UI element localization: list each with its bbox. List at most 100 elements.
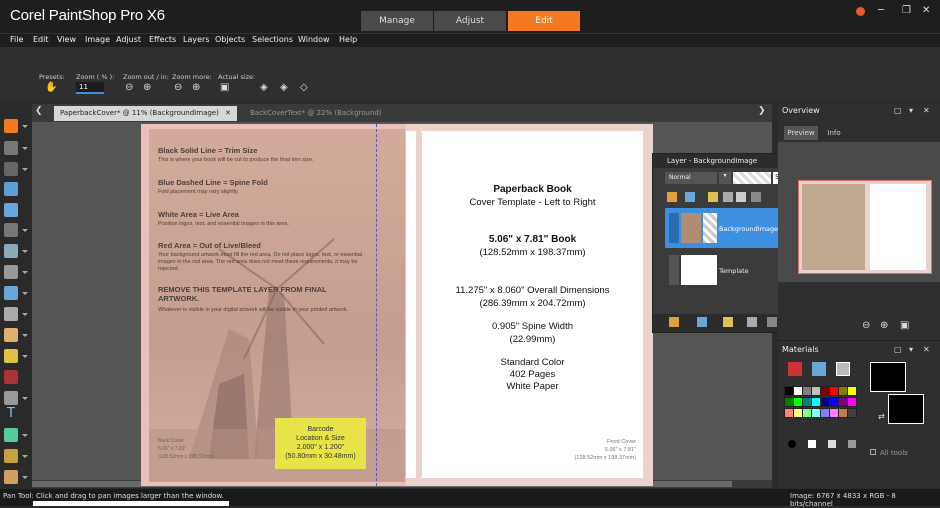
materials-restore-icon[interactable]: ▢ xyxy=(894,345,902,354)
doc-tab-backcovertext[interactable]: BackCoverText* @ 22% (Background) xyxy=(244,106,388,121)
user-icon[interactable] xyxy=(856,7,865,16)
spine-live-area xyxy=(406,131,416,478)
fill-tool-icon[interactable] xyxy=(4,349,18,363)
menu-adjust[interactable]: Adjust xyxy=(116,35,141,44)
delete-layer-icon[interactable] xyxy=(767,317,777,327)
overview-menu-icon[interactable]: ▾ xyxy=(909,106,913,115)
actual-size-icon[interactable]: ▣ xyxy=(220,82,229,93)
menu-image[interactable]: Image xyxy=(85,35,110,44)
blend-mode-select[interactable]: Normal xyxy=(665,172,717,184)
barcode-size-mm: (50.80mm x 30.48mm) xyxy=(285,453,356,460)
picture-tube-icon[interactable] xyxy=(4,391,18,405)
materials-menu-icon[interactable]: ▾ xyxy=(909,345,913,354)
layer-mask-icon[interactable] xyxy=(685,192,695,202)
overview-preview[interactable] xyxy=(778,142,940,282)
background-color-swatch[interactable] xyxy=(888,394,924,424)
paint-brush-icon[interactable] xyxy=(4,328,18,342)
pan-tool-icon[interactable] xyxy=(4,119,18,133)
selection-tool-icon[interactable] xyxy=(4,162,18,176)
front-book-size: 5.06" x 7.81" Book xyxy=(488,234,577,245)
eraser-tool-icon[interactable] xyxy=(4,370,18,384)
blend-dropdown-icon[interactable]: ▾ xyxy=(719,172,731,184)
all-tools-checkbox[interactable] xyxy=(870,449,876,455)
adjustment-layer-icon[interactable] xyxy=(736,192,746,202)
link-layer-icon[interactable] xyxy=(751,192,761,202)
zoom-more-in-icon[interactable]: ⊕ xyxy=(192,82,200,93)
tab-manage[interactable]: Manage xyxy=(361,11,433,31)
tab-preview[interactable]: Preview xyxy=(784,126,818,140)
color-swatch[interactable] xyxy=(847,397,857,407)
clone-tool-icon[interactable] xyxy=(4,265,18,279)
style-pattern-icon[interactable] xyxy=(828,440,836,448)
art-tool-icon[interactable] xyxy=(4,470,18,484)
style-color-icon[interactable] xyxy=(788,440,796,448)
tab-info[interactable]: Info xyxy=(822,126,846,140)
color-swatch[interactable] xyxy=(847,386,857,396)
layer-style-icon[interactable] xyxy=(723,192,733,202)
close-tab-icon[interactable]: ✕ xyxy=(225,109,231,117)
style-gradient-icon[interactable] xyxy=(808,440,816,448)
menu-effects[interactable]: Effects xyxy=(149,35,176,44)
materials-close-icon[interactable]: ✕ xyxy=(923,345,930,354)
menu-view[interactable]: View xyxy=(57,35,76,44)
pen-tool-icon[interactable] xyxy=(4,449,18,463)
actual-size-label: Actual size: xyxy=(218,73,256,81)
zoom-more-out-icon[interactable]: ⊖ xyxy=(174,82,182,93)
straighten-tool-icon[interactable] xyxy=(4,223,18,237)
fit-all-icon[interactable]: ◇ xyxy=(300,82,308,93)
tab-adjust[interactable]: Adjust xyxy=(434,11,506,31)
menu-layers[interactable]: Layers xyxy=(183,35,209,44)
zoom-out-icon[interactable]: ⊖ xyxy=(125,82,133,93)
layer-group-icon[interactable] xyxy=(708,192,718,202)
transparent-icon[interactable] xyxy=(848,440,856,448)
tab-edit[interactable]: Edit xyxy=(508,11,580,31)
scroll-tabs-left-icon[interactable]: ❮ xyxy=(35,106,43,116)
color-swatches[interactable] xyxy=(784,386,857,430)
retouch-tool-icon[interactable] xyxy=(4,286,18,300)
menu-window[interactable]: Window xyxy=(298,35,330,44)
new-raster-layer-icon[interactable] xyxy=(669,317,679,327)
zoom-in-icon[interactable]: ⊕ xyxy=(143,82,151,93)
color-swatch[interactable] xyxy=(847,408,857,418)
shape-tool-icon[interactable] xyxy=(4,428,18,442)
menu-edit[interactable]: Edit xyxy=(33,35,49,44)
pan-preset-icon[interactable]: ✋ xyxy=(45,82,57,93)
rainbow-palette-icon[interactable] xyxy=(812,362,826,376)
menu-file[interactable]: File xyxy=(10,35,23,44)
close-icon[interactable]: ✕ xyxy=(922,5,930,16)
merge-layer-icon[interactable] xyxy=(747,317,757,327)
visibility-eye-icon[interactable] xyxy=(669,213,679,243)
new-layer-icon[interactable] xyxy=(667,192,677,202)
overview-zoom-out-icon[interactable]: ⊖ xyxy=(862,320,870,331)
new-vector-layer-icon[interactable] xyxy=(697,317,707,327)
minimize-icon[interactable]: ─ xyxy=(878,5,884,16)
menu-help[interactable]: Help xyxy=(339,35,357,44)
pick-tool-icon[interactable] xyxy=(4,141,18,155)
fit-image-icon[interactable]: ◈ xyxy=(280,82,288,93)
spine-body: Fold placement may vary slightly. xyxy=(158,189,239,195)
swap-colors-icon[interactable]: ⇄ xyxy=(878,412,885,421)
overview-zoom-in-icon[interactable]: ⊕ xyxy=(880,320,888,331)
swatches-palette-icon[interactable] xyxy=(836,362,850,376)
dropper-tool-icon[interactable] xyxy=(4,182,18,196)
zoom-input[interactable]: 11 xyxy=(76,82,104,94)
text-tool-icon[interactable]: T xyxy=(4,407,18,421)
overview-close-icon[interactable]: ✕ xyxy=(923,106,930,115)
overview-actual-size-icon[interactable]: ▣ xyxy=(900,320,909,331)
restore-icon[interactable]: ❐ xyxy=(902,5,911,16)
overview-restore-icon[interactable]: ▢ xyxy=(894,106,902,115)
foreground-color-swatch[interactable] xyxy=(870,362,906,392)
remove-template-body: Whatever is visible in your digital artw… xyxy=(158,307,349,313)
menu-selections[interactable]: Selections xyxy=(252,35,293,44)
fit-window-icon[interactable]: ◈ xyxy=(260,82,268,93)
doc-tab-paperbackcover[interactable]: PaperbackCover* @ 11% (BackgroundImage) … xyxy=(54,106,237,121)
frame-palette-icon[interactable] xyxy=(788,362,802,376)
warp-tool-icon[interactable] xyxy=(4,307,18,321)
crop-tool-icon[interactable] xyxy=(4,203,18,217)
menu-objects[interactable]: Objects xyxy=(215,35,245,44)
redeye-tool-icon[interactable] xyxy=(4,244,18,258)
bleed-body: Your background artwork must fill the re… xyxy=(158,252,363,272)
visibility-eye-icon[interactable] xyxy=(669,255,679,285)
scroll-tabs-right-icon[interactable]: ❯ xyxy=(758,106,766,116)
new-mask-icon[interactable] xyxy=(723,317,733,327)
